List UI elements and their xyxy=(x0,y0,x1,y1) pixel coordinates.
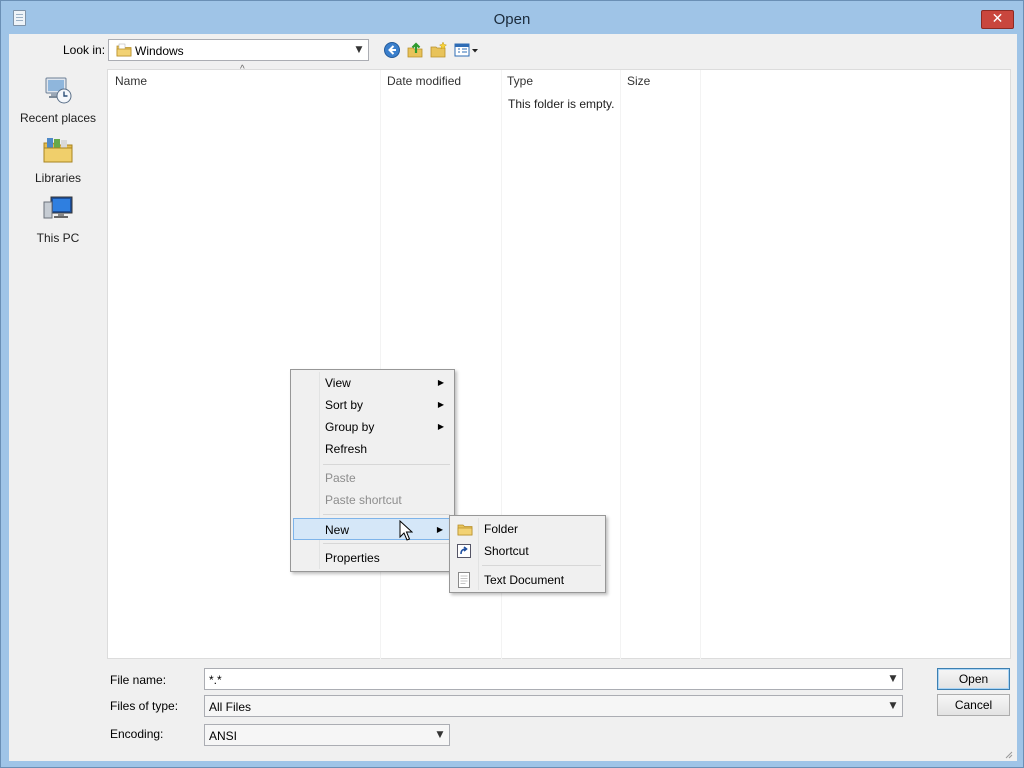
place-label: Recent places xyxy=(19,111,97,125)
place-this-pc[interactable]: This PC xyxy=(9,194,107,245)
column-divider[interactable] xyxy=(620,70,621,660)
files-of-type-value: All Files xyxy=(209,700,252,714)
look-in-label: Look in: xyxy=(63,43,106,57)
folder-icon xyxy=(116,43,132,57)
menu-item-new[interactable]: New ▶ xyxy=(293,518,452,540)
file-name-field[interactable]: *.* ▼ xyxy=(204,668,903,690)
submenu-arrow-icon: ▶ xyxy=(437,378,444,387)
look-in-value: Windows xyxy=(135,44,184,58)
this-pc-icon xyxy=(43,196,73,219)
menu-item-label: Paste xyxy=(325,471,356,485)
back-icon[interactable] xyxy=(383,41,401,59)
submenu-arrow-icon: ▶ xyxy=(437,422,444,431)
column-header-date-modified[interactable]: Date modified xyxy=(387,70,461,92)
place-label: This PC xyxy=(36,231,80,245)
title-bar[interactable]: Open ✕ xyxy=(1,1,1023,35)
menu-item-sort-by[interactable]: Sort by ▶ xyxy=(293,394,452,416)
chevron-down-icon[interactable]: ▼ xyxy=(353,43,365,57)
menu-separator xyxy=(482,565,601,566)
file-name-value: *.* xyxy=(209,673,222,687)
context-menu: View ▶ Sort by ▶ Group by ▶ Refresh Past… xyxy=(290,369,455,572)
recent-places-icon xyxy=(45,77,72,104)
place-label: Libraries xyxy=(34,171,82,185)
open-dialog: Open ✕ Look in: Windows ▼ Recent places … xyxy=(0,0,1024,768)
mouse-cursor-icon xyxy=(399,520,413,541)
menu-item-group-by[interactable]: Group by ▶ xyxy=(293,416,452,438)
places-bar: Recent places Libraries This PC xyxy=(9,70,107,660)
dialog-body: Look in: Windows ▼ Recent places Librari… xyxy=(9,34,1017,761)
menu-item-label: Group by xyxy=(325,420,375,434)
resize-grip-icon[interactable] xyxy=(1003,749,1013,759)
menu-separator xyxy=(323,514,450,515)
chevron-down-icon[interactable]: ▼ xyxy=(887,672,899,686)
encoding-label: Encoding: xyxy=(110,727,164,741)
menu-item-refresh[interactable]: Refresh xyxy=(293,438,452,460)
menu-item-new-text-document[interactable]: Text Document xyxy=(452,569,603,591)
menu-item-paste[interactable]: Paste xyxy=(293,467,452,489)
empty-folder-message: This folder is empty. xyxy=(508,97,615,111)
submenu-arrow-icon: ▶ xyxy=(437,400,444,409)
encoding-select[interactable]: ANSI ▼ xyxy=(204,724,450,746)
shortcut-icon xyxy=(457,544,471,558)
chevron-down-icon[interactable]: ▼ xyxy=(887,699,899,713)
look-in-combo[interactable]: Windows ▼ xyxy=(108,39,369,61)
file-name-label: File name: xyxy=(110,673,167,687)
up-folder-icon[interactable] xyxy=(406,41,424,59)
folder-icon xyxy=(457,524,473,536)
menu-item-label: New xyxy=(325,523,350,537)
menu-item-label: Refresh xyxy=(325,442,368,456)
menu-item-label: Paste shortcut xyxy=(325,493,402,507)
close-icon: ✕ xyxy=(991,11,1004,27)
view-menu-icon[interactable] xyxy=(454,41,480,59)
column-header-type[interactable]: Type xyxy=(507,70,533,92)
place-libraries[interactable]: Libraries xyxy=(9,134,107,185)
new-submenu: Folder Shortcut Text Document xyxy=(449,515,606,593)
chevron-down-icon[interactable]: ▼ xyxy=(434,728,446,742)
menu-separator xyxy=(323,543,450,544)
submenu-arrow-icon: ▶ xyxy=(436,525,443,534)
menu-item-new-folder[interactable]: Folder xyxy=(452,518,603,540)
close-button[interactable]: ✕ xyxy=(981,10,1014,29)
libraries-icon xyxy=(43,138,73,163)
text-document-icon xyxy=(458,572,470,588)
menu-item-label: Shortcut xyxy=(484,544,529,558)
files-of-type-label: Files of type: xyxy=(110,699,179,713)
encoding-value: ANSI xyxy=(209,729,238,743)
files-of-type-select[interactable]: All Files ▼ xyxy=(204,695,903,717)
open-button[interactable]: Open xyxy=(937,668,1010,690)
menu-item-label: View xyxy=(325,376,351,390)
menu-item-label: Sort by xyxy=(325,398,364,412)
menu-separator xyxy=(323,464,450,465)
window-title: Open xyxy=(493,11,531,28)
sort-ascending-icon: ^ xyxy=(240,64,245,75)
menu-item-properties[interactable]: Properties xyxy=(293,547,452,569)
cancel-button[interactable]: Cancel xyxy=(937,694,1010,716)
column-header-name[interactable]: Name xyxy=(115,70,147,92)
place-recent-places[interactable]: Recent places xyxy=(9,74,107,125)
menu-item-new-shortcut[interactable]: Shortcut xyxy=(452,540,603,562)
menu-item-paste-shortcut[interactable]: Paste shortcut xyxy=(293,489,452,511)
new-folder-icon[interactable] xyxy=(430,41,448,59)
column-divider[interactable] xyxy=(700,70,701,660)
column-header-size[interactable]: Size xyxy=(627,70,650,92)
menu-item-label: Properties xyxy=(325,551,380,565)
menu-item-label: Text Document xyxy=(484,573,565,587)
menu-item-label: Folder xyxy=(484,522,519,536)
menu-item-view[interactable]: View ▶ xyxy=(293,372,452,394)
